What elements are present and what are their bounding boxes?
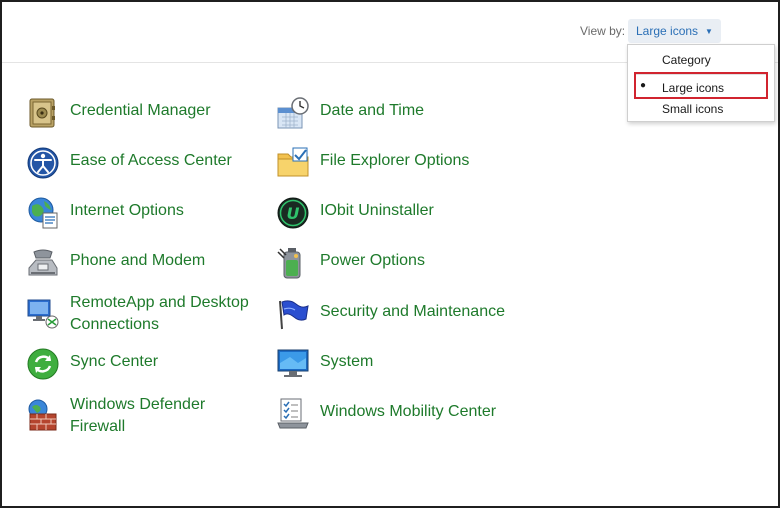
item-sync-center[interactable]: Sync Center — [26, 347, 158, 381]
item-file-explorer-options[interactable]: File Explorer Options — [276, 146, 469, 180]
item-label: Phone and Modem — [70, 252, 206, 269]
item-remoteapp-desktop-connections[interactable]: RemoteApp and Desktop Connections — [26, 292, 260, 336]
item-label: RemoteApp and Desktop Connections — [70, 294, 249, 333]
remote-desktop-icon — [27, 299, 59, 329]
view-by-value: Large icons — [636, 24, 699, 38]
item-iobit-uninstaller[interactable]: U IObit Uninstaller — [276, 196, 434, 230]
item-label: Credential Manager — [70, 102, 211, 119]
item-ease-of-access-center[interactable]: Ease of Access Center — [26, 146, 232, 180]
item-label: Power Options — [320, 252, 425, 269]
item-label: File Explorer Options — [320, 152, 470, 169]
item-label: Windows Mobility Center — [320, 403, 497, 420]
menu-item-small-icons[interactable]: Small icons — [662, 102, 723, 116]
control-panel-window: View by: Large icons ▼ Credential Manage… — [0, 0, 780, 508]
folder-options-icon — [277, 147, 309, 177]
item-label: Ease of Access Center — [70, 152, 232, 169]
item-windows-mobility-center[interactable]: Windows Mobility Center — [276, 397, 496, 431]
item-label: Security and Maintenance — [320, 303, 505, 320]
item-credential-manager[interactable]: Credential Manager — [26, 96, 211, 130]
globe-icon — [28, 197, 58, 229]
phone-modem-icon — [28, 249, 58, 276]
item-windows-defender-firewall[interactable]: Windows Defender Firewall — [26, 394, 220, 438]
item-label: Internet Options — [70, 202, 184, 219]
annotation-highlight-box — [634, 72, 768, 99]
iobit-u-icon: U — [277, 197, 309, 229]
flag-icon — [279, 300, 309, 330]
calendar-clock-icon — [277, 97, 309, 129]
item-label: Date and Time — [320, 102, 425, 119]
view-by-dropdown[interactable]: Large icons ▼ — [628, 19, 721, 43]
item-date-and-time[interactable]: Date and Time — [276, 96, 424, 130]
menu-item-category[interactable]: Category — [662, 53, 711, 67]
item-system[interactable]: System — [276, 347, 373, 381]
monitor-icon — [277, 349, 309, 377]
item-label: System — [320, 353, 374, 370]
mobility-checklist-icon — [277, 398, 309, 429]
chevron-down-icon: ▼ — [705, 26, 713, 36]
battery-power-icon — [277, 248, 301, 279]
sync-icon — [27, 348, 59, 380]
view-by-label: View by: — [580, 24, 626, 38]
item-power-options[interactable]: Power Options — [276, 246, 425, 280]
item-label: Sync Center — [70, 353, 159, 370]
item-phone-and-modem[interactable]: Phone and Modem — [26, 246, 205, 280]
svg-text:U: U — [287, 204, 300, 223]
item-label: Windows Defender Firewall — [70, 396, 206, 435]
firewall-icon — [28, 399, 57, 431]
item-internet-options[interactable]: Internet Options — [26, 196, 184, 230]
accessibility-icon — [27, 147, 59, 179]
vault-icon — [29, 98, 55, 128]
item-security-and-maintenance[interactable]: Security and Maintenance — [276, 297, 505, 331]
item-label: IObit Uninstaller — [320, 202, 434, 219]
